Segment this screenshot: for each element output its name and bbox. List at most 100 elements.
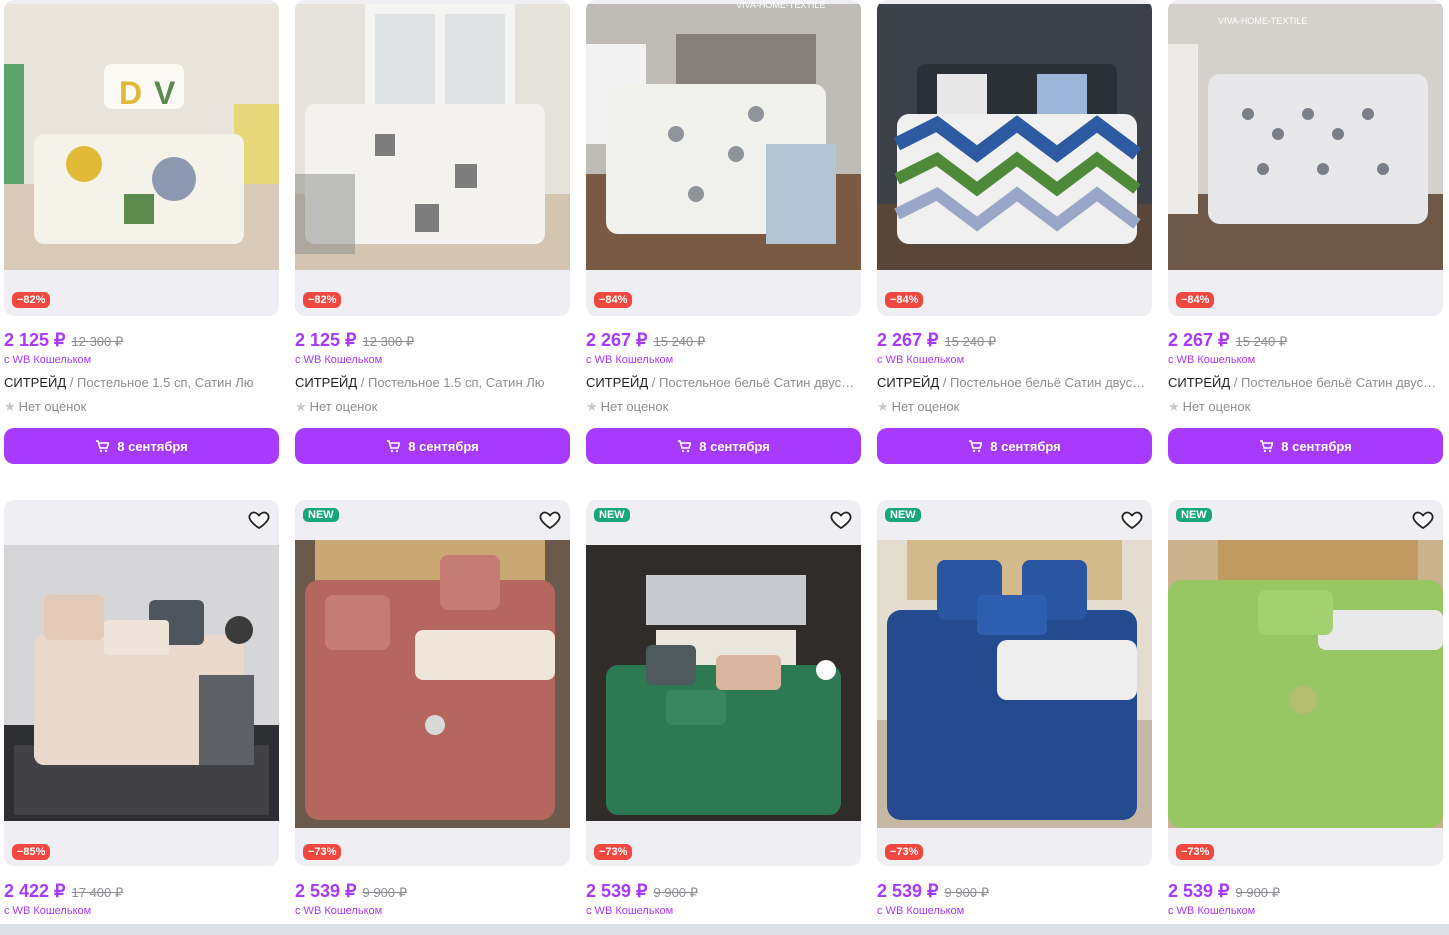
add-to-cart-button[interactable]: 8 сентября xyxy=(586,428,861,464)
discount-badge: −84% xyxy=(594,292,633,308)
product-title[interactable]: СИТРЕЙД / Постельное 1.5 сп, Сатин Лю xyxy=(295,375,570,390)
product-photo[interactable] xyxy=(877,4,1152,270)
product-image-box[interactable]: NEW −73% xyxy=(295,500,570,866)
delivery-date: 8 сентября xyxy=(117,438,188,454)
price: 2 539 ₽ xyxy=(295,881,357,901)
product-photo[interactable] xyxy=(295,540,570,828)
product-title[interactable]: СИТРЕЙД / Постельное бельё Сатин двуспал… xyxy=(1168,375,1443,390)
wallet-label: с WB Кошельком xyxy=(1168,905,1256,917)
discount-badge: −73% xyxy=(594,844,633,860)
price: 2 422 ₽ xyxy=(4,881,66,901)
product-photo[interactable] xyxy=(4,545,279,821)
add-to-cart-button[interactable]: 8 сентября xyxy=(4,428,279,464)
product-photo[interactable]: D V xyxy=(4,4,279,270)
favorite-button[interactable] xyxy=(1120,508,1144,532)
discount-badge: −84% xyxy=(885,292,924,308)
product-title[interactable]: СИТРЕЙД / Постельное 1.5 сп, Сатин Лю xyxy=(4,375,279,390)
product-name: / Постельное бельё Сатин двуспальное xyxy=(942,375,1152,390)
product-card[interactable]: −84% 2 267 ₽ 15 240 ₽ с WB Кошельком СИТР… xyxy=(877,0,1152,470)
delivery-date: 8 сентября xyxy=(990,438,1061,454)
cart-icon xyxy=(678,440,692,453)
product-image-box[interactable]: D V −82% xyxy=(4,0,279,316)
wallet-label: с WB Кошельком xyxy=(586,905,674,917)
price: 2 267 ₽ xyxy=(877,330,939,350)
price-row: 2 125 ₽ 12 300 ₽ xyxy=(4,330,123,351)
product-image-box[interactable]: NEW −73% xyxy=(586,500,861,866)
price-row: 2 539 ₽ 9 900 ₽ xyxy=(586,881,698,902)
heart-icon xyxy=(830,511,852,530)
brand-name: СИТРЕЙД xyxy=(1168,375,1231,390)
price: 2 125 ₽ xyxy=(295,330,357,350)
delivery-date: 8 сентября xyxy=(408,438,479,454)
product-image-box[interactable]: −84% xyxy=(877,0,1152,316)
wallet-label: с WB Кошельком xyxy=(295,905,383,917)
product-photo[interactable] xyxy=(295,4,570,270)
wallet-label: с WB Кошельком xyxy=(1168,354,1256,366)
cart-icon xyxy=(969,440,983,453)
rating-text: Нет оценок xyxy=(1182,399,1251,414)
price-row: 2 539 ₽ 9 900 ₽ xyxy=(295,881,407,902)
favorite-button[interactable] xyxy=(829,508,853,532)
price-row: 2 422 ₽ 17 400 ₽ xyxy=(4,881,123,902)
rating-text: Нет оценок xyxy=(18,399,87,414)
favorite-button[interactable] xyxy=(1411,508,1435,532)
price: 2 267 ₽ xyxy=(586,330,648,350)
old-price: 15 240 ₽ xyxy=(944,334,997,349)
product-card[interactable]: NEW −73% 2 539 ₽ 9 900 ₽ с WB Кошельком xyxy=(1168,500,1443,924)
rating-text: Нет оценок xyxy=(891,399,960,414)
price: 2 125 ₽ xyxy=(4,330,66,350)
product-name: / Постельное 1.5 сп, Сатин Лю xyxy=(66,375,254,390)
cart-icon xyxy=(96,440,110,453)
product-name: / Постельное 1.5 сп, Сатин Лю xyxy=(357,375,545,390)
product-card[interactable]: D V −82% 2 125 ₽12 300 ₽ с WB Кошельком … xyxy=(4,0,279,470)
favorite-button[interactable] xyxy=(538,508,562,532)
rating: ★ Нет оценок xyxy=(586,399,668,415)
product-card[interactable]: −84% 2 267 ₽ 15 240 ₽ с WB Кошельком СИТР… xyxy=(586,0,861,470)
product-name: / Постельное бельё Сатин двуспальное xyxy=(1233,375,1443,390)
product-image-box[interactable]: −85% xyxy=(4,500,279,866)
product-name: / Постельное бельё Сатин двуспальное xyxy=(651,375,861,390)
old-price: 15 240 ₽ xyxy=(653,334,706,349)
product-photo[interactable]: VIVA-HOME-TEXTILE xyxy=(1168,4,1443,270)
wallet-label: с WB Кошельком xyxy=(877,354,965,366)
delivery-date: 8 сентября xyxy=(699,438,770,454)
add-to-cart-button[interactable]: 8 сентября xyxy=(1168,428,1443,464)
new-badge: NEW xyxy=(885,508,921,522)
add-to-cart-button[interactable]: 8 сентября xyxy=(295,428,570,464)
star-icon: ★ xyxy=(877,399,889,414)
price: 2 539 ₽ xyxy=(877,881,939,901)
cart-icon xyxy=(387,440,401,453)
product-photo[interactable] xyxy=(586,545,861,821)
heart-icon xyxy=(539,511,561,530)
price: 2 539 ₽ xyxy=(1168,881,1230,901)
add-to-cart-button[interactable]: 8 сентября xyxy=(877,428,1152,464)
star-icon: ★ xyxy=(4,399,16,414)
product-card[interactable]: NEW −73% 2 539 ₽ 9 900 ₽ с WB Кошельком xyxy=(295,500,570,924)
product-image-box[interactable]: NEW −73% xyxy=(1168,500,1443,866)
new-badge: NEW xyxy=(303,508,339,522)
brand-name: СИТРЕЙД xyxy=(586,375,649,390)
product-card[interactable]: VIVA-HOME-TEXTILE −84% 2 267 ₽ 15 240 ₽ с… xyxy=(1168,0,1443,470)
product-card[interactable]: −85% 2 422 ₽ 17 400 ₽ с WB Кошельком xyxy=(4,500,279,924)
product-title[interactable]: СИТРЕЙД / Постельное бельё Сатин двуспал… xyxy=(586,375,861,390)
product-card[interactable]: −82% 2 125 ₽ 12 300 ₽ с WB Кошельком СИТР… xyxy=(295,0,570,470)
price: 2 539 ₽ xyxy=(586,881,648,901)
discount-badge: −73% xyxy=(885,844,924,860)
old-price: 17 400 ₽ xyxy=(71,885,124,900)
favorite-button[interactable] xyxy=(247,508,271,532)
price-row: 2 267 ₽ 15 240 ₽ xyxy=(1168,330,1287,351)
product-photo[interactable] xyxy=(586,4,861,270)
product-title[interactable]: СИТРЕЙД / Постельное бельё Сатин двуспал… xyxy=(877,375,1152,390)
product-photo[interactable] xyxy=(877,540,1152,828)
product-card[interactable]: NEW −73% 2 539 ₽ 9 900 ₽ с WB Кошельком xyxy=(877,500,1152,924)
product-photo[interactable] xyxy=(1168,540,1443,828)
old-price: 15 240 ₽ xyxy=(1235,334,1288,349)
rating-text: Нет оценок xyxy=(600,399,669,414)
watermark-text: VIVA-HOME-TEXTILE xyxy=(736,0,826,10)
product-card[interactable]: NEW −73% 2 539 ₽ 9 900 ₽ с WB Кошельком xyxy=(586,500,861,924)
product-image-box[interactable]: −82% xyxy=(295,0,570,316)
product-image-box[interactable]: NEW −73% xyxy=(877,500,1152,866)
product-image-box[interactable]: −84% xyxy=(586,0,861,316)
product-image-box[interactable]: VIVA-HOME-TEXTILE −84% xyxy=(1168,0,1443,316)
delivery-date: 8 сентября xyxy=(1281,438,1352,454)
